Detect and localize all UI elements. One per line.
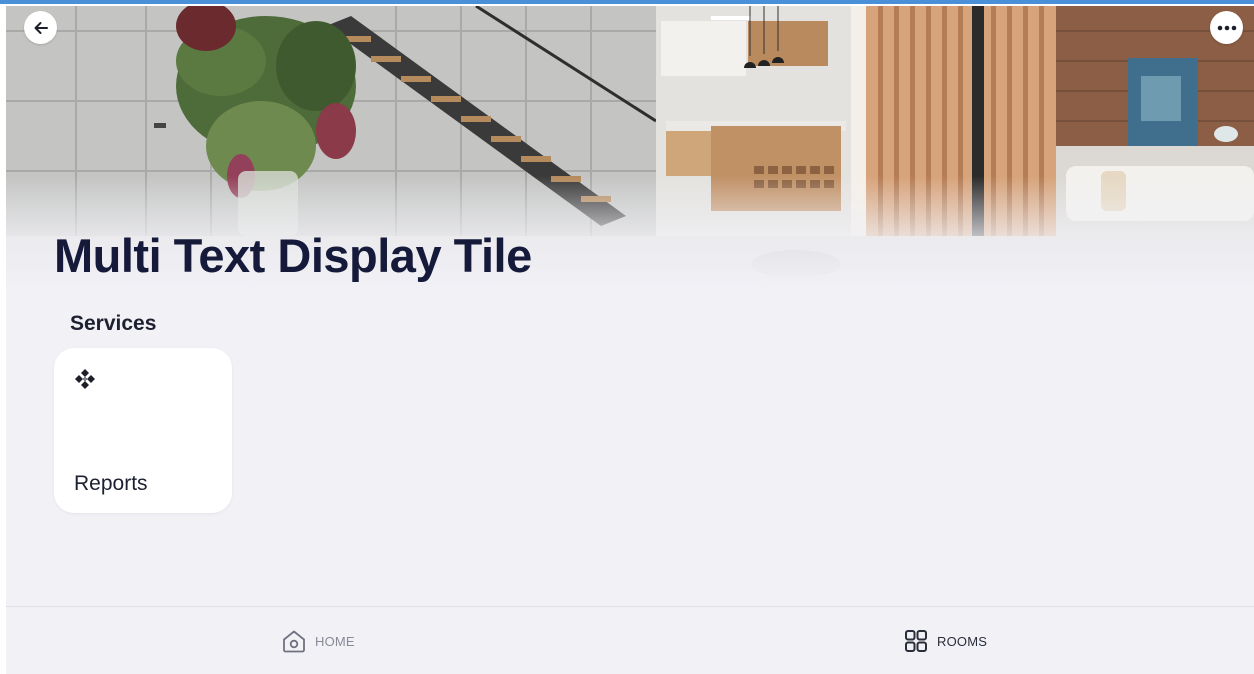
nav-label-rooms: ROOMS: [937, 633, 988, 649]
service-tile-label: Reports: [74, 472, 148, 495]
nav-item-rooms[interactable]: ROOMS: [903, 607, 987, 674]
nav-item-home[interactable]: HOME: [281, 607, 355, 674]
top-accent-line: [0, 0, 1254, 4]
nav-label-home: HOME: [315, 633, 355, 649]
services-section-title: Services: [70, 312, 157, 335]
hero-header: Multi Text Display Tile: [6, 6, 1254, 296]
service-tile-reports[interactable]: Reports: [54, 348, 232, 513]
grid-icon: [905, 630, 927, 652]
home-icon: [283, 630, 305, 653]
diamond-cluster-icon: [75, 369, 95, 389]
more-options-button[interactable]: [1210, 11, 1243, 44]
bottom-navigation: HOME ROOMS: [6, 606, 1254, 674]
app-frame: Multi Text Display Tile Services Reports…: [6, 6, 1254, 674]
arrow-left-icon: [34, 21, 48, 34]
page-title: Multi Text Display Tile: [54, 229, 532, 282]
more-horizontal-icon: [1217, 25, 1236, 30]
back-button[interactable]: [24, 11, 57, 44]
